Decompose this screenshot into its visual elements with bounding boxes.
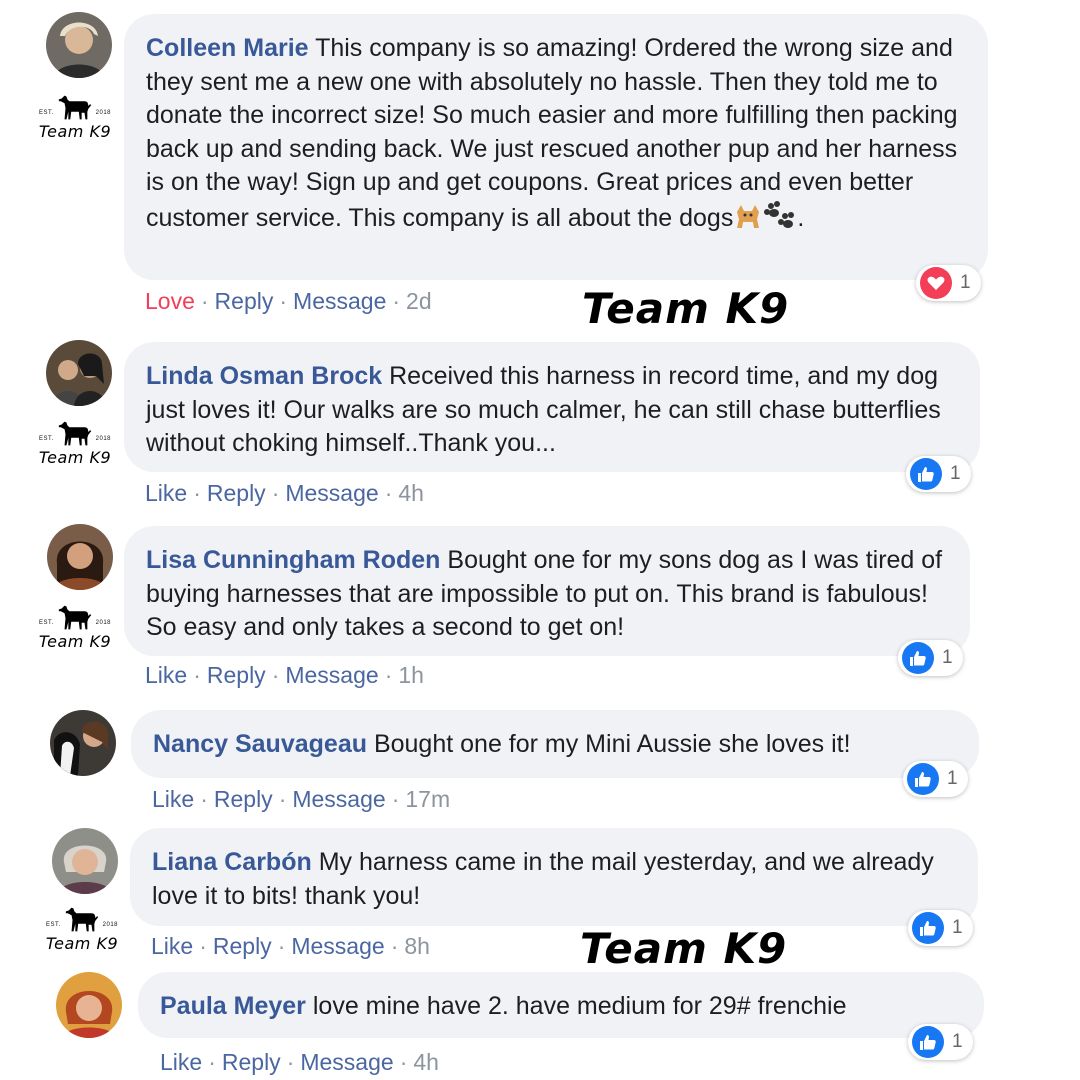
reply-button[interactable]: Reply bbox=[207, 480, 266, 506]
like-button[interactable]: Like bbox=[152, 786, 194, 812]
comment-time[interactable]: 2d bbox=[406, 288, 432, 314]
thumbs-up-icon bbox=[912, 1026, 944, 1058]
comment-actions: Like · Reply · Message · 17m bbox=[152, 786, 451, 812]
reaction-count[interactable]: 1 bbox=[898, 640, 963, 676]
brand-logo: EST. 2018 Team K9 bbox=[35, 92, 115, 141]
thumbs-up-icon bbox=[907, 763, 939, 795]
brand-logo: EST. 2018 Team K9 bbox=[42, 904, 122, 953]
reaction-count[interactable]: 1 bbox=[903, 761, 968, 797]
comment-time[interactable]: 4h bbox=[413, 1049, 439, 1075]
comment-time[interactable]: 1h bbox=[398, 662, 424, 688]
watermark: Team K9 bbox=[582, 284, 790, 333]
comment-actions: Love · Reply · Message · 2d bbox=[145, 288, 432, 314]
comment-actions: Like · Reply · Message · 4h bbox=[160, 1049, 439, 1075]
like-button[interactable]: Like bbox=[145, 480, 187, 506]
message-button[interactable]: Message bbox=[291, 933, 384, 959]
watermark: Team K9 bbox=[580, 924, 788, 973]
brand-logo: EST. 2018 Team K9 bbox=[35, 602, 115, 651]
dog-logo-icon bbox=[63, 904, 101, 934]
reply-button[interactable]: Reply bbox=[207, 662, 266, 688]
message-button[interactable]: Message bbox=[285, 480, 378, 506]
heart-icon bbox=[920, 267, 952, 299]
reply-button[interactable]: Reply bbox=[213, 933, 272, 959]
thumbs-up-icon bbox=[910, 458, 942, 490]
like-button[interactable]: Like bbox=[160, 1049, 202, 1075]
comment-text: This company is so amazing! Ordered the … bbox=[146, 34, 958, 232]
comment-bubble: Liana Carbón My harness came in the mail… bbox=[130, 828, 978, 926]
avatar[interactable] bbox=[46, 340, 112, 406]
message-button[interactable]: Message bbox=[300, 1049, 393, 1075]
avatar[interactable] bbox=[52, 828, 118, 894]
comment-actions: Like · Reply · Message · 8h bbox=[151, 933, 430, 959]
message-button[interactable]: Message bbox=[292, 786, 385, 812]
love-button[interactable]: Love bbox=[145, 288, 195, 314]
comment-time[interactable]: 8h bbox=[404, 933, 430, 959]
comment-author[interactable]: Lisa Cunningham Roden bbox=[146, 546, 440, 574]
reaction-count[interactable]: 1 bbox=[908, 910, 973, 946]
avatar[interactable] bbox=[56, 972, 122, 1038]
comment-time[interactable]: 4h bbox=[398, 480, 424, 506]
message-button[interactable]: Message bbox=[285, 662, 378, 688]
comment-text: Bought one for my Mini Aussie she loves … bbox=[373, 730, 851, 758]
comment-author[interactable]: Paula Meyer bbox=[160, 992, 306, 1020]
comment-time[interactable]: 17m bbox=[405, 786, 450, 812]
avatar[interactable] bbox=[50, 710, 116, 776]
reaction-count[interactable]: 1 bbox=[908, 1024, 973, 1060]
message-button[interactable]: Message bbox=[293, 288, 386, 314]
comment-bubble: Linda Osman Brock Received this harness … bbox=[124, 342, 980, 472]
reply-button[interactable]: Reply bbox=[215, 288, 274, 314]
reaction-count[interactable]: 1 bbox=[906, 456, 971, 492]
comment-bubble: Lisa Cunningham Roden Bought one for my … bbox=[124, 526, 970, 656]
comment-actions: Like · Reply · Message · 1h bbox=[145, 662, 424, 688]
thumbs-up-icon bbox=[912, 912, 944, 944]
dog-emoji bbox=[733, 202, 763, 240]
comment-author[interactable]: Linda Osman Brock bbox=[146, 362, 382, 390]
comment-text: love mine have 2. have medium for 29# fr… bbox=[312, 992, 847, 1020]
paw-prints-emoji bbox=[763, 200, 797, 240]
comment-bubble: Nancy Sauvageau Bought one for my Mini A… bbox=[131, 710, 979, 778]
thumbs-up-icon bbox=[902, 642, 934, 674]
brand-logo: EST. 2018 Team K9 bbox=[35, 418, 115, 467]
like-button[interactable]: Like bbox=[151, 933, 193, 959]
dog-logo-icon bbox=[56, 92, 94, 122]
reply-button[interactable]: Reply bbox=[222, 1049, 281, 1075]
dog-logo-icon bbox=[56, 418, 94, 448]
avatar[interactable] bbox=[47, 524, 113, 590]
reaction-count[interactable]: 1 bbox=[916, 265, 981, 301]
comment-author[interactable]: Nancy Sauvageau bbox=[153, 730, 367, 758]
dog-logo-icon bbox=[56, 602, 94, 632]
comment-bubble: Colleen Marie This company is so amazing… bbox=[124, 14, 988, 280]
reply-button[interactable]: Reply bbox=[214, 786, 273, 812]
like-button[interactable]: Like bbox=[145, 662, 187, 688]
comment-bubble: Paula Meyer love mine have 2. have mediu… bbox=[138, 972, 984, 1038]
avatar[interactable] bbox=[46, 12, 112, 78]
comment-author[interactable]: Colleen Marie bbox=[146, 34, 309, 62]
comment-actions: Like · Reply · Message · 4h bbox=[145, 480, 424, 506]
comment-author[interactable]: Liana Carbón bbox=[152, 848, 312, 876]
